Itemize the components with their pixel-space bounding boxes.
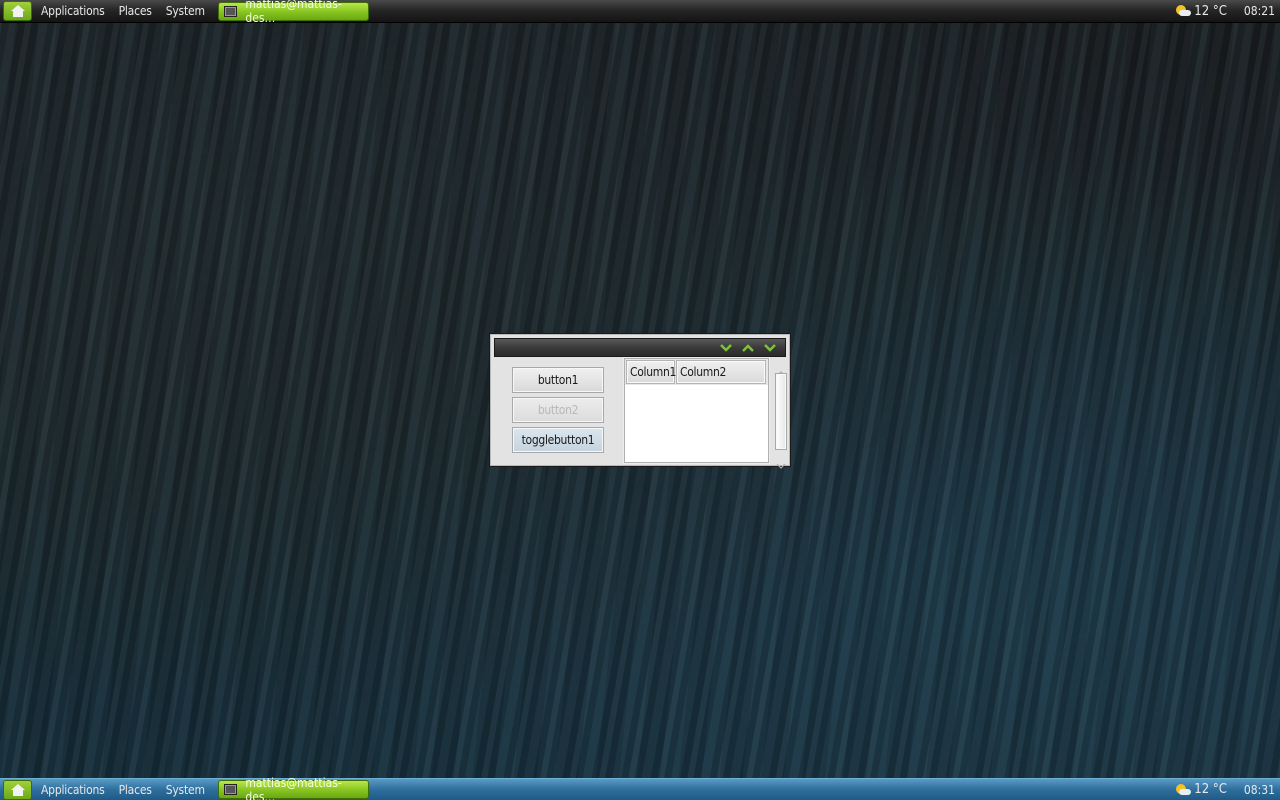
- close-button[interactable]: [763, 343, 777, 353]
- chevron-down-icon: [776, 463, 786, 469]
- taskbar-terminal-label: mattias@mattias-des…: [245, 775, 342, 800]
- chevron-up-icon: [742, 343, 754, 352]
- menu-system[interactable]: System: [159, 4, 212, 18]
- scroll-down-button[interactable]: [776, 454, 786, 469]
- top-panel: Applications Places System mattias@matti…: [0, 0, 1280, 25]
- menu-applications[interactable]: Applications: [34, 783, 112, 797]
- chevron-down-icon: [764, 343, 776, 352]
- clock[interactable]: 08:31: [1244, 783, 1275, 797]
- home-button[interactable]: [3, 779, 32, 800]
- terminal-icon: [223, 784, 238, 795]
- taskbar-terminal-button[interactable]: mattias@mattias-des…: [217, 0, 369, 25]
- maximize-button[interactable]: [741, 343, 755, 353]
- vertical-scrollbar[interactable]: [774, 362, 788, 469]
- weather-temperature: 12 °C: [1194, 782, 1227, 797]
- scroll-up-button[interactable]: [776, 362, 786, 377]
- app-window: button1 button2 togglebutton1 Column1 Co…: [490, 334, 790, 469]
- clock[interactable]: 08:21: [1244, 4, 1275, 18]
- bottom-panel: Applications Places System mattias@matti…: [0, 776, 1280, 800]
- home-button[interactable]: [3, 1, 32, 21]
- togglebutton1[interactable]: togglebutton1: [512, 427, 604, 453]
- tree-view[interactable]: Column1 Column2: [624, 358, 769, 463]
- column-header-2[interactable]: Column2: [676, 360, 766, 384]
- menu-applications[interactable]: Applications: [34, 4, 112, 18]
- chevron-down-icon: [720, 343, 732, 352]
- menu-places[interactable]: Places: [112, 4, 159, 18]
- tree-header: Column1 Column2: [625, 359, 768, 385]
- minimize-button[interactable]: [719, 343, 733, 353]
- taskbar-terminal-label: mattias@mattias-des…: [245, 0, 342, 25]
- menu-places[interactable]: Places: [112, 783, 159, 797]
- partly-cloudy-icon: [1175, 783, 1192, 797]
- terminal-icon: [223, 5, 238, 17]
- home-icon: [10, 5, 25, 17]
- scrollbar-trough[interactable]: [775, 373, 787, 450]
- weather-temperature: 12 °C: [1194, 3, 1227, 19]
- home-icon: [10, 783, 25, 796]
- window-titlebar[interactable]: [494, 338, 786, 357]
- taskbar-terminal-button[interactable]: mattias@mattias-des…: [217, 776, 369, 800]
- weather-applet[interactable]: 12 °C: [1175, 4, 1227, 19]
- button2-disabled: button2: [512, 397, 604, 423]
- partly-cloudy-icon: [1175, 4, 1192, 18]
- weather-applet[interactable]: 12 °C: [1175, 782, 1227, 797]
- column-header-1[interactable]: Column1: [626, 360, 676, 384]
- button1[interactable]: button1: [512, 367, 604, 393]
- menu-system[interactable]: System: [159, 783, 212, 797]
